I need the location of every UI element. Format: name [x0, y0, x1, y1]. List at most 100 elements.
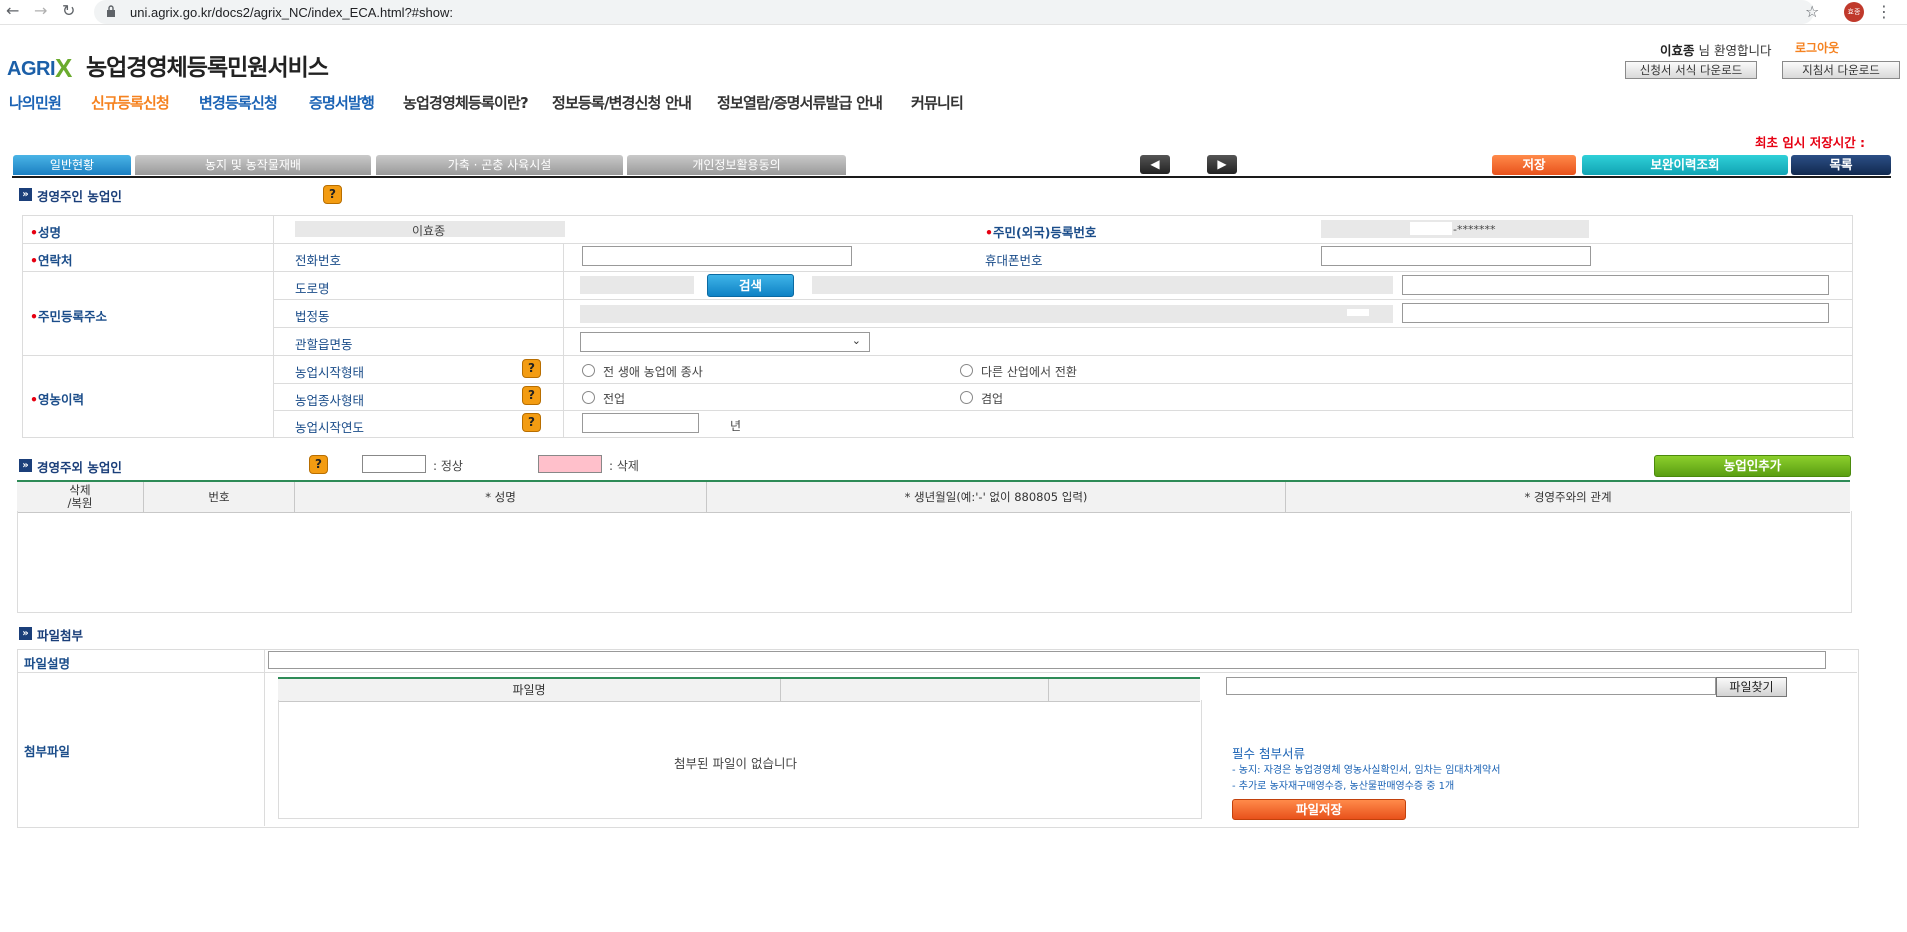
- browser-toolbar: ← → ↻ uni.agrix.go.kr/docs2/agrix_NC/ind…: [0, 0, 1907, 25]
- address-label: •주민등록주소: [30, 309, 108, 324]
- tab-farmland[interactable]: 농지 및 농작물재배: [135, 155, 371, 175]
- download-form-button[interactable]: 신청서 서식 다운로드: [1625, 61, 1757, 79]
- menu-new-registration[interactable]: 신규등록신청: [91, 92, 170, 113]
- start-type-radio-1[interactable]: [582, 364, 595, 377]
- table-border: [1852, 215, 1853, 437]
- menu-community[interactable]: 커뮤니티: [911, 92, 964, 113]
- road-address-box: [812, 276, 1393, 294]
- table-border: [22, 437, 1854, 438]
- attach-label: 첨부파일: [24, 744, 71, 759]
- table-border: [273, 383, 1852, 384]
- start-year-help-icon[interactable]: ?: [522, 413, 541, 432]
- legend-normal-swatch: [362, 455, 426, 473]
- tab-livestock[interactable]: 가축 · 곤충 사육시설: [376, 155, 623, 175]
- file-path-input[interactable]: [1226, 677, 1716, 695]
- table-border: [273, 327, 1852, 328]
- back-icon[interactable]: ←: [6, 3, 19, 19]
- work-type-help-icon[interactable]: ?: [522, 386, 541, 405]
- farmers-table-body: [17, 511, 1852, 613]
- reload-icon[interactable]: ↻: [62, 3, 75, 19]
- work-type-radio-1[interactable]: [582, 391, 595, 404]
- work-type-opt2: 겸업: [981, 392, 1004, 406]
- menu-change-registration[interactable]: 변경등록신청: [199, 92, 278, 113]
- tab-divider: [12, 176, 1891, 178]
- lock-icon: [107, 5, 115, 17]
- menu-info-guide[interactable]: 정보등록/변경신청 안내: [552, 92, 692, 113]
- no-files-message: 첨부된 파일이 없습니다: [674, 756, 797, 771]
- next-arrow-button[interactable]: ▶: [1207, 155, 1237, 174]
- legal-dong-mask: [1347, 309, 1369, 316]
- start-type-radio-2[interactable]: [960, 364, 973, 377]
- profile-avatar[interactable]: 효종: [1844, 2, 1864, 22]
- section-arrow-icon: »: [19, 459, 32, 472]
- others-help-icon[interactable]: ?: [309, 455, 328, 474]
- file-desc-label: 파일설명: [24, 656, 71, 671]
- find-file-button[interactable]: 파일찾기: [1716, 677, 1787, 697]
- download-guide-button[interactable]: 지침서 다운로드: [1782, 61, 1900, 79]
- table-border: [273, 215, 274, 437]
- file-list-header: 파일명: [278, 677, 1200, 702]
- table-border: [22, 215, 1852, 216]
- chevron-down-icon: ⌄: [851, 334, 861, 347]
- welcome-text: 이효종 님 환영합니다: [1660, 43, 1772, 58]
- agrix-logo[interactable]: AGRIX: [7, 51, 72, 83]
- name-label: •성명: [30, 225, 62, 240]
- mobile-input[interactable]: [1321, 246, 1591, 266]
- table-border: [22, 271, 1852, 272]
- col-number: 번호: [144, 482, 295, 512]
- work-type-radio-2[interactable]: [960, 391, 973, 404]
- col-name: * 성명: [295, 482, 707, 512]
- file-save-button[interactable]: 파일저장: [1232, 799, 1406, 820]
- section-files-title: 파일첨부: [37, 628, 84, 643]
- menu-kebab-icon[interactable]: ⋮: [1876, 2, 1892, 21]
- forward-icon[interactable]: →: [34, 3, 47, 19]
- tab-privacy[interactable]: 개인정보활용동의: [627, 155, 846, 175]
- menu-about[interactable]: 농업경영체등록이란?: [403, 92, 529, 113]
- save-button[interactable]: 저장: [1492, 155, 1576, 175]
- star-icon[interactable]: ☆: [1805, 2, 1819, 21]
- tab-general[interactable]: 일반현황: [13, 155, 131, 175]
- career-label: •영농이력: [30, 392, 85, 407]
- table-border: [22, 243, 1852, 244]
- start-year-label: 농업시작연도: [295, 420, 365, 435]
- list-button[interactable]: 목록: [1791, 155, 1891, 175]
- col-filename: 파일명: [278, 679, 781, 701]
- menu-my-requests[interactable]: 나의민원: [9, 92, 62, 113]
- legend-deleted-swatch: [538, 455, 602, 473]
- required-docs-line-1: - 농지: 자경은 농업경영체 영농사실확인서, 임차는 임대차계약서: [1232, 765, 1501, 776]
- table-border: [22, 355, 1852, 356]
- file-table-border: [264, 649, 265, 826]
- prev-arrow-button[interactable]: ◀: [1140, 155, 1170, 174]
- rrn-value: -*******: [1453, 223, 1496, 236]
- file-desc-input[interactable]: [268, 651, 1826, 669]
- site-title: 농업경영체등록민원서비스: [86, 55, 329, 81]
- file-table-border: [17, 672, 1857, 673]
- road-label: 도로명: [295, 281, 330, 296]
- table-border: [563, 243, 564, 437]
- year-unit: 년: [730, 419, 742, 433]
- phone-label: 전화번호: [295, 253, 342, 268]
- phone-input[interactable]: [582, 246, 852, 266]
- section-arrow-icon: »: [19, 627, 32, 640]
- col-delete-restore: 삭제 /복원: [17, 482, 144, 512]
- menu-cert-guide[interactable]: 정보열람/증명서류발급 안내: [717, 92, 883, 113]
- section-owner-title: 경영주인 농업인: [37, 189, 122, 204]
- legal-dong-detail-input[interactable]: [1402, 303, 1829, 323]
- start-type-label: 농업시작형태: [295, 365, 365, 380]
- col-blank-2: [1049, 679, 1200, 701]
- logout-link[interactable]: 로그아웃: [1795, 39, 1839, 56]
- table-border: [22, 215, 23, 437]
- mobile-label: 휴대폰번호: [985, 253, 1043, 268]
- table-border: [273, 410, 1852, 411]
- owner-help-icon[interactable]: ?: [323, 185, 342, 204]
- menu-certificate[interactable]: 증명서발행: [309, 92, 375, 113]
- road-detail-input[interactable]: [1402, 275, 1829, 295]
- url-text: uni.agrix.go.kr/docs2/agrix_NC/index_ECA…: [130, 5, 453, 20]
- start-year-input[interactable]: [582, 413, 699, 433]
- jurisdiction-select[interactable]: ⌄: [580, 332, 870, 352]
- start-type-help-icon[interactable]: ?: [522, 359, 541, 378]
- add-farmer-button[interactable]: 농업인추가: [1654, 455, 1851, 477]
- section-others-title: 경영주외 농업인: [37, 460, 122, 475]
- address-search-button[interactable]: 검색: [707, 274, 794, 297]
- security-history-button[interactable]: 보완이력조회: [1582, 155, 1788, 175]
